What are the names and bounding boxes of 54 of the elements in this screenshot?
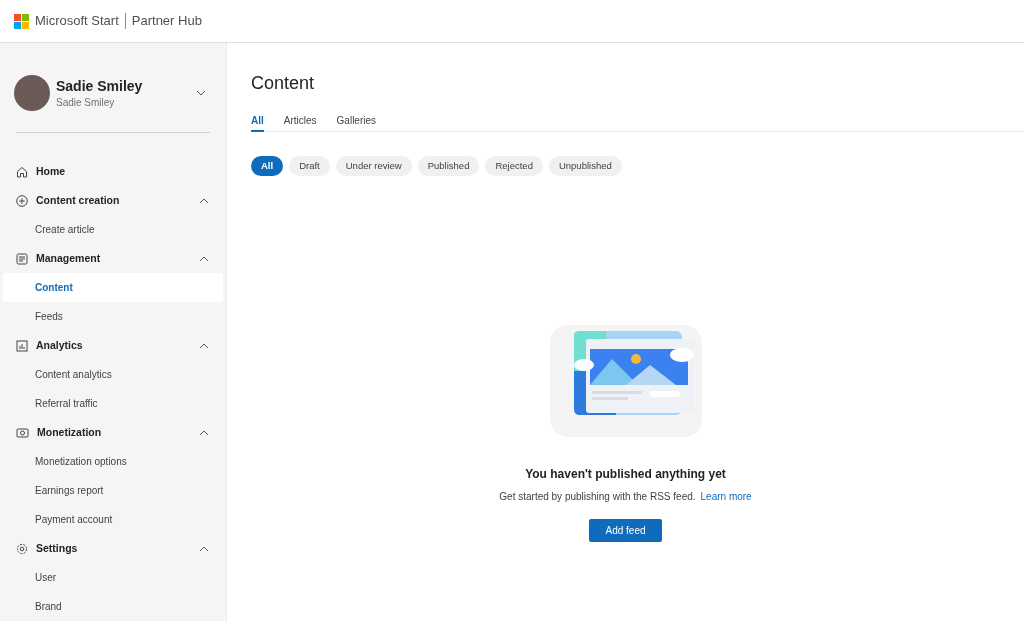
profile-name: Sadie Smiley — [56, 76, 144, 95]
nav-item[interactable]: Settings — [3, 534, 223, 563]
list-icon — [16, 252, 28, 265]
nav-label: Settings — [36, 540, 79, 556]
filter-chip[interactable]: Published — [417, 156, 480, 176]
profile-subtitle: Sadie Smiley — [56, 95, 116, 110]
nav-subitem[interactable]: Payment account — [3, 505, 223, 534]
nav-subitem[interactable]: Create article — [3, 215, 223, 244]
money-icon — [16, 426, 29, 439]
brand-name: Microsoft Start — [35, 12, 119, 31]
chart-icon — [16, 339, 28, 352]
filter-chip[interactable]: Unpublished — [548, 156, 622, 176]
nav-label: Monetization — [37, 424, 103, 440]
avatar — [14, 75, 50, 111]
nav-subitem[interactable]: Referral traffic — [3, 389, 223, 418]
tab[interactable]: Articles — [283, 109, 317, 132]
nav-item[interactable]: Management — [3, 244, 223, 273]
nav-label: Home — [36, 163, 67, 179]
chevron-icon — [199, 342, 209, 349]
nav-subitem[interactable]: Monetization options — [3, 447, 223, 476]
chevron-icon — [199, 429, 209, 436]
nav-subitem[interactable]: Content — [3, 273, 223, 302]
nav-label: Content creation — [36, 192, 121, 208]
settings-icon — [16, 542, 28, 555]
page-title: Content — [251, 72, 316, 95]
product-name: Partner Hub — [131, 12, 202, 31]
nav-subitem[interactable]: Earnings report — [3, 476, 223, 505]
nav-subitem[interactable]: Feeds — [3, 302, 223, 331]
nav-item[interactable]: Content creation — [3, 186, 223, 215]
logo-icon — [14, 13, 29, 29]
chevron-icon[interactable] — [196, 90, 206, 96]
home-icon — [16, 165, 28, 178]
filter-chip[interactable]: All — [251, 156, 284, 176]
empty-state-heading: You haven't published anything yet — [525, 466, 726, 483]
add-circle-icon — [16, 194, 28, 207]
filter-chip[interactable]: Draft — [289, 156, 330, 176]
learn-more-link[interactable]: Learn more — [700, 489, 752, 504]
nav-item[interactable]: Monetization — [3, 418, 223, 447]
filter-chip[interactable]: Under review — [335, 156, 412, 176]
nav-label: Management — [36, 250, 102, 266]
chevron-icon — [199, 255, 209, 262]
tab[interactable]: All — [251, 109, 264, 132]
empty-state-message: Get started by publishing with the RSS feed. — [499, 490, 696, 504]
chevron-icon — [199, 545, 209, 552]
nav-subitem[interactable]: Content analytics — [3, 360, 223, 389]
nav-subitem[interactable]: Brand — [3, 592, 223, 621]
nav-label: Analytics — [36, 337, 84, 353]
filter-chip[interactable]: Rejected — [485, 156, 543, 176]
add-feed-button[interactable]: Add feed — [589, 519, 662, 542]
tab[interactable]: Galleries — [336, 109, 377, 132]
chevron-icon — [199, 197, 209, 204]
nav-item[interactable]: Analytics — [3, 331, 223, 360]
nav-subitem[interactable]: User — [3, 563, 223, 592]
nav-item[interactable]: Home — [3, 157, 223, 186]
